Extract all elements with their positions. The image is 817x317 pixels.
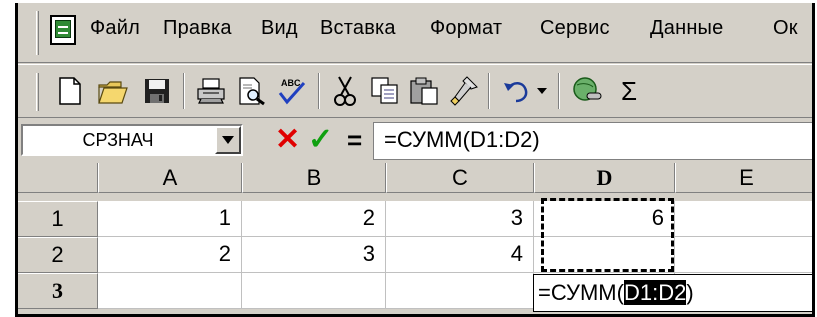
- name-box-value: СРЗНАЧ: [82, 130, 154, 150]
- format-painter-icon[interactable]: [446, 74, 480, 108]
- menu-insert[interactable]: Вставка: [320, 17, 396, 40]
- name-box[interactable]: СРЗНАЧ: [21, 124, 243, 156]
- undo-dropdown-icon[interactable]: [532, 74, 552, 108]
- spelling-icon[interactable]: ABC: [274, 74, 308, 108]
- edit-selected-range: D1:D2: [623, 280, 687, 305]
- menu-data[interactable]: Данные: [650, 17, 723, 40]
- cell-a3[interactable]: [98, 273, 242, 309]
- paste-icon[interactable]: [407, 74, 441, 108]
- column-header-e[interactable]: E: [675, 163, 812, 193]
- edit-formula-button[interactable]: =: [347, 123, 362, 157]
- edit-formula-prefix: =СУММ(: [538, 280, 624, 305]
- menu-format[interactable]: Формат: [430, 17, 502, 40]
- name-box-dropdown-button[interactable]: [215, 126, 241, 154]
- excel-window: Файл Правка Вид Вставка Формат Сервис Да…: [15, 3, 815, 317]
- toolbar-separator: [558, 73, 560, 109]
- save-icon[interactable]: [140, 74, 174, 108]
- open-folder-icon[interactable]: [96, 74, 130, 108]
- standard-toolbar: ABC Σ: [18, 64, 812, 118]
- cell-d2[interactable]: [534, 237, 675, 273]
- menu-window[interactable]: Ок: [773, 17, 798, 40]
- cell-e1[interactable]: [675, 201, 812, 237]
- row-header-1[interactable]: 1: [18, 201, 98, 237]
- autosum-icon[interactable]: Σ: [612, 74, 646, 108]
- column-header-d[interactable]: D: [534, 163, 675, 193]
- toolbar-separator: [488, 73, 490, 109]
- hyperlink-icon[interactable]: [570, 74, 604, 108]
- new-document-icon[interactable]: [53, 74, 87, 108]
- toolbar-grip[interactable]: [36, 73, 39, 111]
- row-header-3[interactable]: 3: [18, 273, 98, 309]
- formula-input[interactable]: =СУММ(D1:D2): [373, 122, 812, 160]
- svg-text:ABC: ABC: [281, 78, 301, 88]
- cell-c3[interactable]: [386, 273, 534, 309]
- cell-b2[interactable]: 3: [242, 237, 386, 273]
- column-header-c[interactable]: C: [386, 163, 534, 193]
- print-icon[interactable]: [194, 74, 228, 108]
- menu-bar: Файл Правка Вид Вставка Формат Сервис Да…: [18, 3, 812, 63]
- excel-document-icon[interactable]: [50, 15, 76, 45]
- cut-icon[interactable]: [328, 74, 362, 108]
- in-cell-editor[interactable]: =СУММ(D1:D2): [533, 274, 812, 312]
- cell-a1[interactable]: 1: [98, 201, 242, 237]
- column-header-b[interactable]: B: [242, 163, 386, 193]
- cell-d1[interactable]: 6: [534, 201, 675, 237]
- toolbar-separator: [183, 73, 185, 109]
- row-header-2[interactable]: 2: [18, 237, 98, 273]
- menu-file[interactable]: Файл: [90, 17, 140, 40]
- select-all-corner[interactable]: [18, 163, 98, 193]
- menu-view[interactable]: Вид: [261, 17, 298, 40]
- copy-icon[interactable]: [368, 74, 402, 108]
- cancel-entry-icon[interactable]: ✕: [275, 123, 300, 157]
- worksheet-grid: A B C D E 1 2 3 1 2 3 6 2 3 4 =СУММ(D1:D…: [18, 163, 812, 314]
- menu-grip[interactable]: [36, 11, 39, 55]
- print-preview-icon[interactable]: [235, 74, 269, 108]
- menu-edit[interactable]: Правка: [163, 17, 232, 40]
- cell-c1[interactable]: 3: [386, 201, 534, 237]
- menu-tools[interactable]: Сервис: [540, 17, 610, 40]
- enter-entry-icon[interactable]: ✓: [308, 123, 333, 157]
- formula-bar: СРЗНАЧ ✕ ✓ = =СУММ(D1:D2): [18, 119, 812, 163]
- cell-b1[interactable]: 2: [242, 201, 386, 237]
- cell-e2[interactable]: [675, 237, 812, 273]
- cell-a2[interactable]: 2: [98, 237, 242, 273]
- cell-b3[interactable]: [242, 273, 386, 309]
- undo-icon[interactable]: [500, 74, 534, 108]
- column-header-a[interactable]: A: [98, 163, 242, 193]
- cell-c2[interactable]: 4: [386, 237, 534, 273]
- edit-formula-suffix: ): [686, 280, 694, 305]
- toolbar-separator: [318, 73, 320, 109]
- chevron-down-icon: [222, 136, 234, 144]
